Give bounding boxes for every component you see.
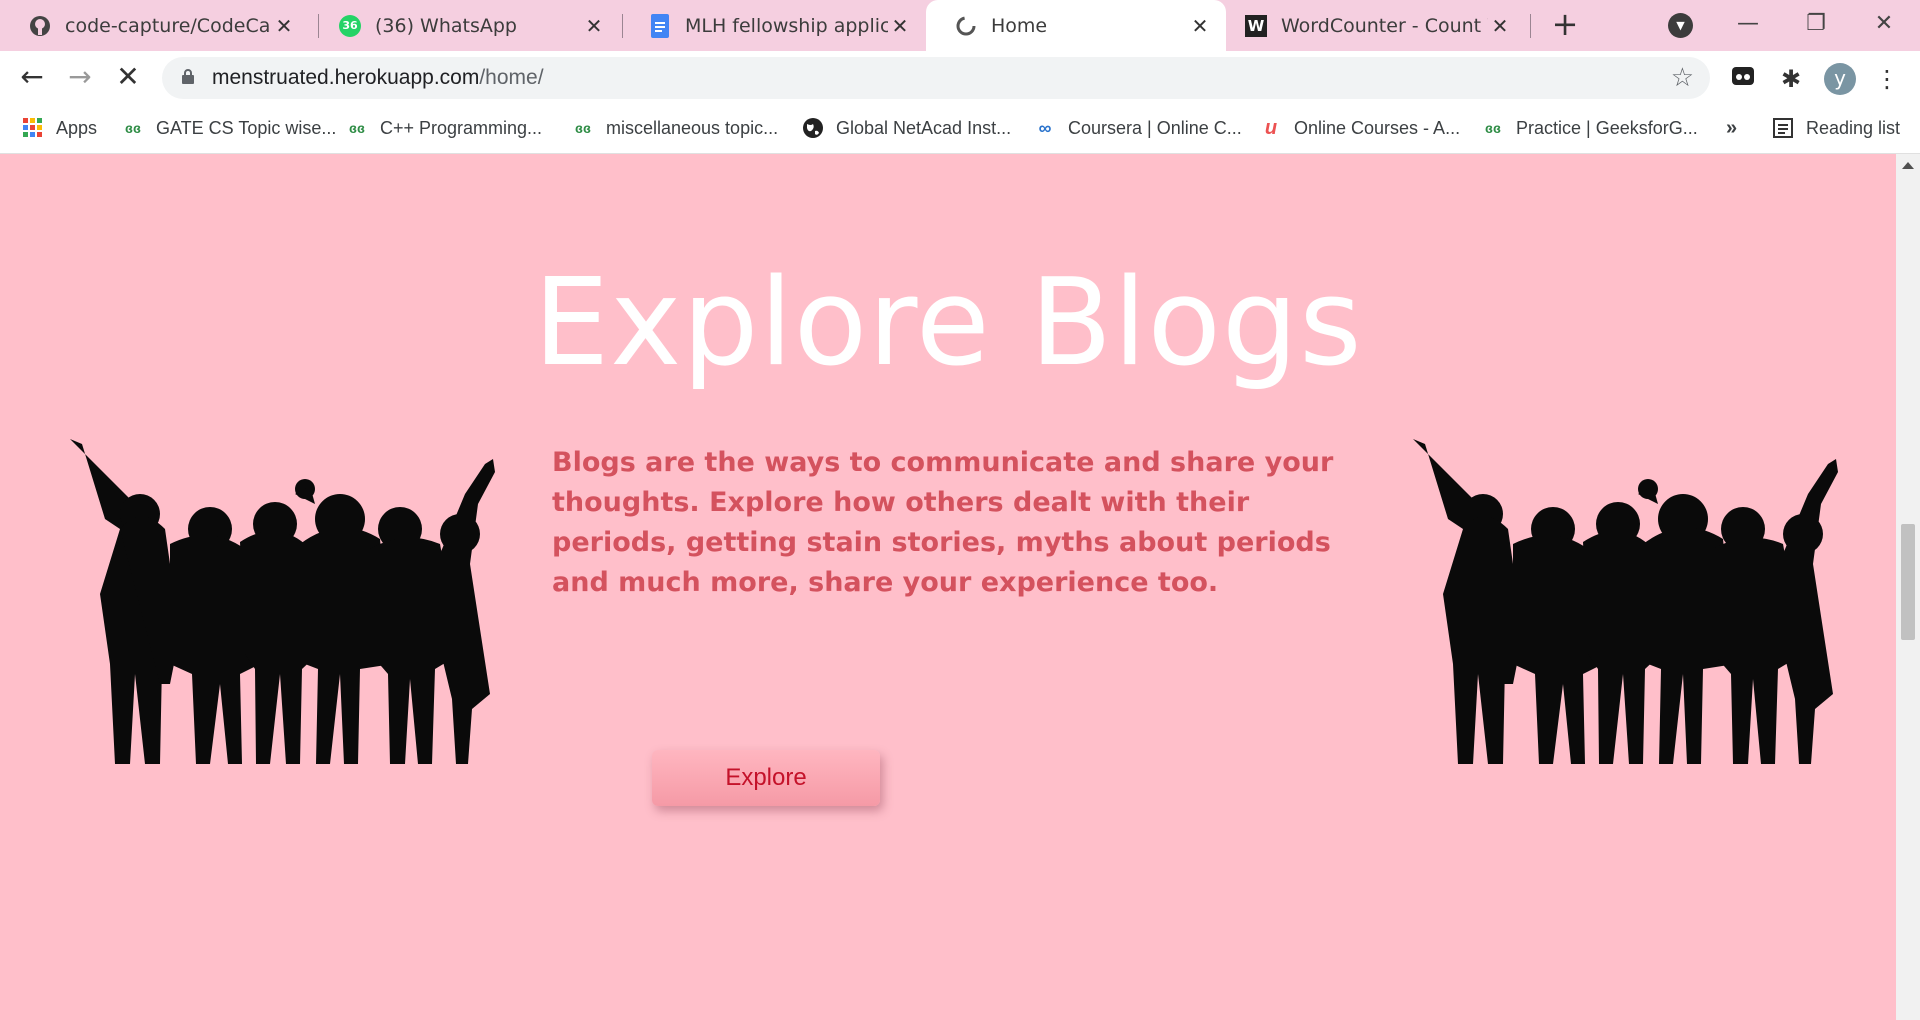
bookmark-label: Coursera | Online C...: [1068, 117, 1242, 138]
women-silhouette-right-image: [1403, 434, 1843, 768]
tab-whatsapp[interactable]: 36 (36) WhatsApp ✕: [310, 0, 620, 51]
tab-title: WordCounter - Count Wo: [1281, 14, 1488, 37]
address-bar[interactable]: menstruated.herokuapp.com/home/ ☆: [162, 57, 1710, 99]
reading-list-button[interactable]: Reading list: [1772, 114, 1900, 142]
profile-avatar[interactable]: y: [1824, 63, 1856, 95]
bookmark-label: Online Courses - A...: [1294, 117, 1461, 138]
window-close-icon[interactable]: ✕: [1864, 6, 1904, 42]
lock-icon: [182, 69, 194, 84]
bookmark-apps[interactable]: Apps: [22, 114, 97, 142]
back-arrow-icon[interactable]: ←: [14, 60, 50, 96]
restore-icon[interactable]: ❐: [1796, 6, 1836, 42]
tab-mlh-doc[interactable]: MLH fellowship applicatio ✕: [620, 0, 926, 51]
tab-title: (36) WhatsApp: [375, 14, 517, 37]
url-path: /home/: [479, 66, 544, 89]
bookmark-cpp[interactable]: ɞɞ C++ Programming...: [346, 114, 542, 142]
new-tab-plus-icon[interactable]: +: [1548, 8, 1582, 42]
geeksforgeeks-icon: ɞɞ: [125, 120, 141, 136]
geeksforgeeks-icon: ɞɞ: [575, 120, 591, 136]
tab-strip: code-capture/CodeCaptur ✕ 36 (36) WhatsA…: [0, 0, 1920, 51]
reading-list-icon: [1772, 117, 1794, 139]
tab-title: Home: [991, 14, 1048, 37]
bookmark-label: C++ Programming...: [380, 117, 543, 138]
page-loading-icon: [954, 14, 978, 38]
bookmark-label: Practice | GeeksforG...: [1516, 117, 1698, 138]
bookmark-coursera[interactable]: ∞ Coursera | Online C...: [1034, 114, 1242, 142]
extensions-puzzle-icon[interactable]: ✱: [1776, 64, 1806, 94]
blogs-description: Blogs are the ways to communicate and sh…: [552, 447, 1334, 598]
page-heading: Explore Blogs: [533, 254, 1363, 393]
bookmark-udemy[interactable]: u Online Courses - A...: [1260, 114, 1460, 142]
bookmark-label: GATE CS Topic wise...: [156, 117, 337, 138]
bookmark-gate-cs[interactable]: ɞɞ GATE CS Topic wise...: [122, 114, 336, 142]
bookmarks-bar: Apps ɞɞ GATE CS Topic wise... ɞɞ C++ Pro…: [0, 104, 1920, 154]
coursera-icon: ∞: [1038, 117, 1052, 138]
bookmark-practice-gfg[interactable]: ɞɞ Practice | GeeksforG...: [1482, 114, 1698, 142]
tab-wordcounter[interactable]: W WordCounter - Count Wo ✕: [1226, 0, 1526, 51]
stop-loading-icon[interactable]: ✕: [110, 60, 146, 96]
wordcounter-icon: W: [1244, 14, 1268, 38]
tab-title: code-capture/CodeCaptur: [65, 14, 272, 37]
forward-arrow-icon[interactable]: →: [62, 60, 98, 96]
google-docs-icon: [648, 13, 672, 38]
bookmark-netacad[interactable]: Global NetAcad Inst...: [802, 114, 1011, 142]
bookmark-label: miscellaneous topic...: [606, 117, 779, 138]
bookmark-label: Apps: [56, 117, 98, 138]
github-icon: [28, 14, 52, 38]
close-icon[interactable]: ✕: [888, 14, 912, 38]
bookmark-label: Global NetAcad Inst...: [836, 117, 1012, 138]
reading-list-label: Reading list: [1806, 117, 1901, 138]
scrollbar-thumb[interactable]: [1901, 524, 1915, 640]
close-icon[interactable]: ✕: [1488, 14, 1512, 38]
url-host: menstruated.herokuapp.com: [212, 66, 480, 89]
tab-separator: [1530, 14, 1531, 38]
close-icon[interactable]: ✕: [1188, 14, 1212, 38]
tab-home[interactable]: Home ✕: [926, 0, 1226, 51]
tab-search-chevron-icon[interactable]: ▼: [1668, 13, 1693, 38]
women-silhouette-left-image: [60, 434, 500, 768]
url-text: menstruated.herokuapp.com/home/: [212, 66, 544, 90]
wordcounter-badge: W: [1245, 14, 1267, 37]
udemy-icon: u: [1264, 116, 1278, 139]
tab-title: MLH fellowship applicatio: [685, 14, 888, 37]
menu-kebab-icon[interactable]: ⋮: [1872, 64, 1902, 94]
globe-icon: [802, 117, 824, 139]
close-icon[interactable]: ✕: [272, 14, 296, 38]
whatsapp-icon: 36: [338, 14, 362, 38]
bookmarks-overflow-button[interactable]: »: [1726, 114, 1737, 142]
geeksforgeeks-icon: ɞɞ: [349, 120, 365, 136]
apps-grid-icon: [22, 117, 44, 139]
bookmark-star-icon[interactable]: ☆: [1671, 63, 1694, 93]
bookmark-misc[interactable]: ɞɞ miscellaneous topic...: [572, 114, 778, 142]
geeksforgeeks-icon: ɞɞ: [1485, 120, 1501, 136]
minimize-icon[interactable]: —: [1728, 6, 1768, 42]
close-icon[interactable]: ✕: [582, 14, 606, 38]
tab-manager-extension-icon[interactable]: [1728, 64, 1758, 94]
vertical-scrollbar[interactable]: [1896, 154, 1920, 1020]
whatsapp-badge: 36: [339, 14, 361, 37]
page-content: Explore Blogs Blogs are the ways to comm…: [0, 154, 1896, 1020]
scroll-up-arrow-icon[interactable]: [1902, 162, 1914, 169]
explore-button[interactable]: Explore: [652, 750, 880, 806]
tab-github[interactable]: code-capture/CodeCaptur ✕: [0, 0, 310, 51]
